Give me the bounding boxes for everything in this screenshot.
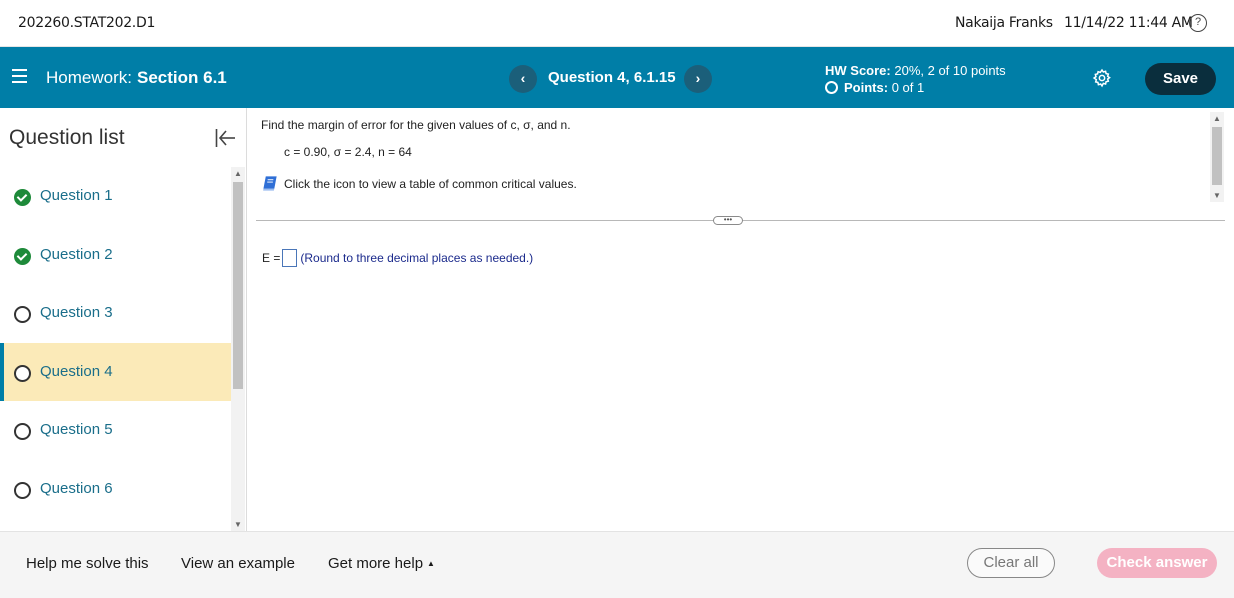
- question-scrollbar[interactable]: ▲ ▼: [1210, 112, 1224, 202]
- save-button[interactable]: Save: [1145, 63, 1216, 95]
- scroll-down-icon[interactable]: ▼: [1213, 191, 1221, 200]
- get-more-help-button[interactable]: Get more help ▲: [328, 555, 435, 572]
- gear-icon[interactable]: [1092, 68, 1112, 88]
- previous-question-button[interactable]: ‹: [509, 65, 537, 93]
- points: Points: 0 of 1: [825, 80, 924, 95]
- course-name: 202260.STAT202.D1: [18, 15, 156, 31]
- next-question-button[interactable]: ›: [684, 65, 712, 93]
- check-circle-icon: [14, 189, 31, 206]
- question-list-item-3[interactable]: Question 3: [0, 284, 231, 343]
- question-list-item-6[interactable]: Question 6: [0, 460, 231, 519]
- help-icon[interactable]: ?: [1189, 14, 1207, 32]
- section-title: Section 6.1: [137, 68, 227, 87]
- view-example-button[interactable]: View an example: [181, 555, 295, 572]
- question-label: Question 1: [40, 187, 113, 204]
- question-list: Question 1 Question 2 Question 3 Questio…: [0, 167, 231, 518]
- question-label: Question 6: [40, 479, 113, 497]
- question-list-item-4[interactable]: Question 4: [0, 342, 231, 401]
- answer-label: E =: [262, 251, 281, 265]
- scrollbar-thumb[interactable]: [1212, 127, 1222, 185]
- book-icon[interactable]: [262, 175, 279, 192]
- empty-circle-icon: [14, 306, 31, 323]
- footer-bar: Help me solve this View an example Get m…: [0, 531, 1234, 598]
- hw-score-label: HW Score:: [825, 63, 891, 78]
- question-list-scrollbar[interactable]: ▲ ▼: [231, 167, 245, 531]
- points-value: 0 of 1: [891, 80, 925, 95]
- answer-input[interactable]: [282, 249, 298, 267]
- user-name: Nakaija Franks: [955, 15, 1053, 31]
- points-label: Points:: [844, 80, 889, 95]
- question-content: Find the margin of error for the given v…: [247, 108, 1234, 531]
- question-list-item-1[interactable]: Question 1: [0, 167, 231, 226]
- scroll-down-icon[interactable]: ▼: [234, 520, 242, 529]
- critical-values-link: Click the icon to view a table of common…: [262, 175, 577, 192]
- question-parameters: c = 0.90, σ = 2.4, n = 64: [284, 145, 412, 159]
- question-label: Question 5: [40, 421, 113, 438]
- answer-hint: (Round to three decimal places as needed…: [300, 251, 534, 265]
- points-circle-icon: [825, 81, 838, 94]
- menu-icon[interactable]: [12, 69, 27, 83]
- question-text: Find the margin of error for the given v…: [261, 118, 571, 132]
- check-circle-icon: [14, 247, 31, 265]
- check-answer-button[interactable]: Check answer: [1097, 548, 1217, 578]
- question-list-title: Question list: [9, 126, 125, 149]
- scroll-up-icon[interactable]: ▲: [1213, 114, 1221, 123]
- caret-up-icon: ▲: [427, 559, 435, 568]
- empty-circle-icon: [14, 364, 31, 382]
- resize-handle[interactable]: •••: [713, 216, 743, 225]
- homework-label: Homework:: [46, 68, 132, 87]
- scrollbar-thumb[interactable]: [233, 182, 243, 389]
- critical-values-text: Click the icon to view a table of common…: [284, 177, 577, 191]
- empty-circle-icon: [14, 481, 31, 499]
- question-title: Question 4, 6.1.15: [548, 69, 676, 86]
- hw-score: HW Score: 20%, 2 of 10 points: [825, 63, 1006, 78]
- top-bar: 202260.STAT202.D1 Nakaija Franks 11/14/2…: [0, 0, 1234, 47]
- clear-all-button[interactable]: Clear all: [967, 548, 1055, 578]
- question-label: Question 4: [40, 362, 113, 380]
- question-label: Question 2: [40, 245, 113, 263]
- hw-score-value: 20%, 2 of 10 points: [894, 63, 1006, 78]
- question-list-item-2[interactable]: Question 2: [0, 226, 231, 285]
- answer-row: E = (Round to three decimal places as nee…: [262, 249, 533, 267]
- get-more-help-label: Get more help: [328, 555, 424, 572]
- question-list-panel: Question list Question 1 Question 2 Ques…: [0, 108, 247, 531]
- datetime: 11/14/22 11:44 AM: [1064, 15, 1193, 31]
- question-list-item-5[interactable]: Question 5: [0, 401, 231, 460]
- scroll-up-icon[interactable]: ▲: [234, 169, 242, 178]
- collapse-panel-icon[interactable]: [214, 127, 236, 149]
- empty-circle-icon: [14, 423, 31, 440]
- help-me-solve-button[interactable]: Help me solve this: [26, 555, 149, 572]
- assignment-header: Homework: Section 6.1 ‹ Question 4, 6.1.…: [0, 47, 1234, 108]
- question-label: Question 3: [40, 304, 113, 321]
